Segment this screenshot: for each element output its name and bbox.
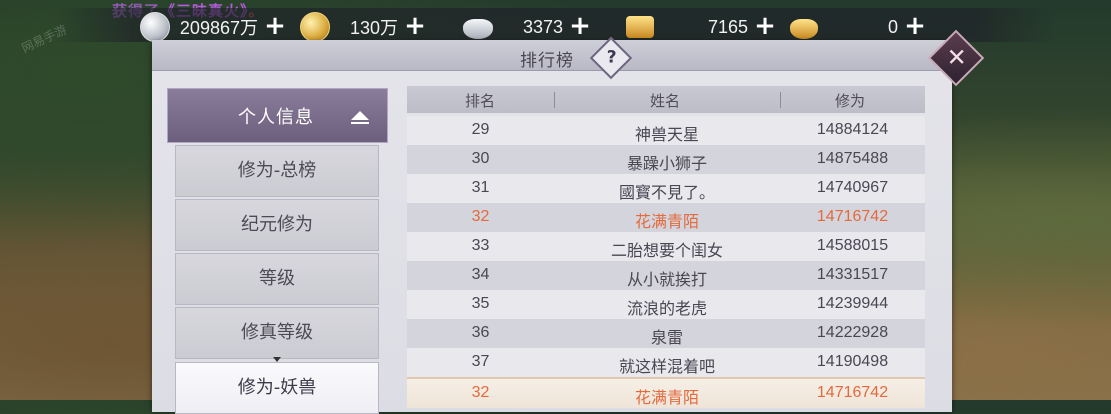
- column-score: 修为: [835, 92, 866, 110]
- add-silver-coin-button[interactable]: +: [264, 13, 286, 39]
- table-row[interactable]: 37 就这样混着吧 14190498: [407, 348, 925, 377]
- column-rank: 排名: [465, 92, 496, 110]
- table-row[interactable]: 31 國寳不見了。 14740967: [407, 174, 925, 203]
- row-name: 國寳不見了。: [618, 183, 715, 202]
- silver-coin-value: 209867万: [179, 18, 258, 38]
- row-score: 14222928: [816, 324, 889, 341]
- table-row[interactable]: 33 二胎想要个闺女 14588015: [407, 232, 925, 261]
- row-rank: 33: [471, 237, 490, 254]
- table-row[interactable]: 34 从小就挨打 14331517: [407, 261, 925, 290]
- help-glyph: ?: [606, 47, 617, 68]
- row-score: 14239944: [816, 295, 889, 312]
- row-rank: 31: [471, 179, 490, 196]
- menu-category-personal-info[interactable]: 个人信息: [167, 88, 388, 143]
- menu-item-cultivation-beast[interactable]: 修为-妖兽: [175, 357, 379, 414]
- add-gold-ingot-button[interactable]: +: [754, 13, 776, 39]
- menu-category-label: 个人信息: [238, 106, 314, 128]
- column-name: 姓名: [650, 92, 681, 110]
- column-divider: [780, 92, 781, 108]
- row-rank: 29: [471, 121, 490, 138]
- silver-coin-icon: [140, 12, 170, 42]
- gold-ingot-icon: [626, 16, 654, 38]
- row-score: 14884124: [816, 121, 889, 138]
- row-score: 14588015: [816, 237, 889, 254]
- row-name: 二胎想要个闺女: [610, 241, 723, 260]
- row-score: 14875488: [816, 150, 889, 167]
- close-icon: ✕: [946, 43, 967, 72]
- silver-ingot-icon: [463, 19, 493, 39]
- row-rank: 34: [471, 266, 490, 283]
- menu-item-era-cultivation[interactable]: 纪元修为: [175, 199, 379, 251]
- table-row-self[interactable]: 32 花满青陌 14716742: [407, 203, 925, 232]
- silver-ingot-value: 3373: [522, 16, 563, 37]
- table-row[interactable]: 29 神兽天星 14884124: [407, 116, 925, 145]
- table-row[interactable]: 35 流浪的老虎 14239944: [407, 290, 925, 319]
- row-score: 14190498: [816, 353, 889, 370]
- add-gold-ingot-small-button[interactable]: +: [904, 13, 926, 39]
- resource-silver-ingot: 3373 +: [463, 12, 591, 42]
- row-name: 暴躁小狮子: [626, 154, 707, 173]
- menu-item-level[interactable]: 等级: [175, 253, 379, 305]
- add-gold-coin-button[interactable]: +: [404, 13, 426, 39]
- gold-coin-value: 130万: [349, 18, 398, 38]
- panel-title: 排行榜: [520, 51, 574, 71]
- resource-gold-ingot-small: 0 +: [790, 12, 926, 42]
- my-score: 14716742: [816, 384, 889, 401]
- my-rank-row[interactable]: 32 花满青陌 14716742: [407, 377, 925, 408]
- row-rank: 30: [471, 150, 490, 167]
- table-header: 排名 姓名 修为: [407, 86, 925, 113]
- row-rank: 35: [471, 295, 490, 312]
- row-rank: 37: [471, 353, 490, 370]
- menu-item-cultivation-total[interactable]: 修为-总榜: [175, 145, 379, 197]
- row-name: 流浪的老虎: [626, 299, 707, 318]
- gold-ingot-small-value: 0: [887, 16, 898, 37]
- my-name: 花满青陌: [634, 388, 699, 407]
- row-score: 14331517: [816, 266, 889, 283]
- collapse-arrow-icon[interactable]: [351, 111, 369, 124]
- row-name: 泉雷: [650, 328, 683, 347]
- my-rank: 32: [471, 384, 490, 401]
- column-divider: [554, 92, 555, 108]
- row-rank: 32: [471, 208, 490, 225]
- resource-gold-ingot: 7165 +: [626, 12, 776, 42]
- row-name: 从小就挨打: [626, 270, 707, 289]
- gold-ingot-small-icon: [790, 19, 818, 39]
- row-name: 花满青陌: [634, 212, 699, 231]
- row-score: 14740967: [816, 179, 889, 196]
- gold-coin-icon: [300, 12, 330, 42]
- resource-gold-coin: 130万 +: [300, 12, 426, 42]
- menu-item-cultivation-level[interactable]: 修真等级: [175, 307, 379, 359]
- table-row[interactable]: 36 泉雷 14222928: [407, 319, 925, 348]
- row-name: 就这样混着吧: [618, 357, 715, 376]
- gold-ingot-value: 7165: [707, 16, 748, 37]
- add-silver-ingot-button[interactable]: +: [569, 13, 591, 39]
- resource-silver-coin: 209867万 +: [140, 12, 286, 42]
- row-score: 14716742: [816, 208, 889, 225]
- row-rank: 36: [471, 324, 490, 341]
- row-name: 神兽天星: [634, 125, 699, 144]
- table-row[interactable]: 30 暴躁小狮子 14875488: [407, 145, 925, 174]
